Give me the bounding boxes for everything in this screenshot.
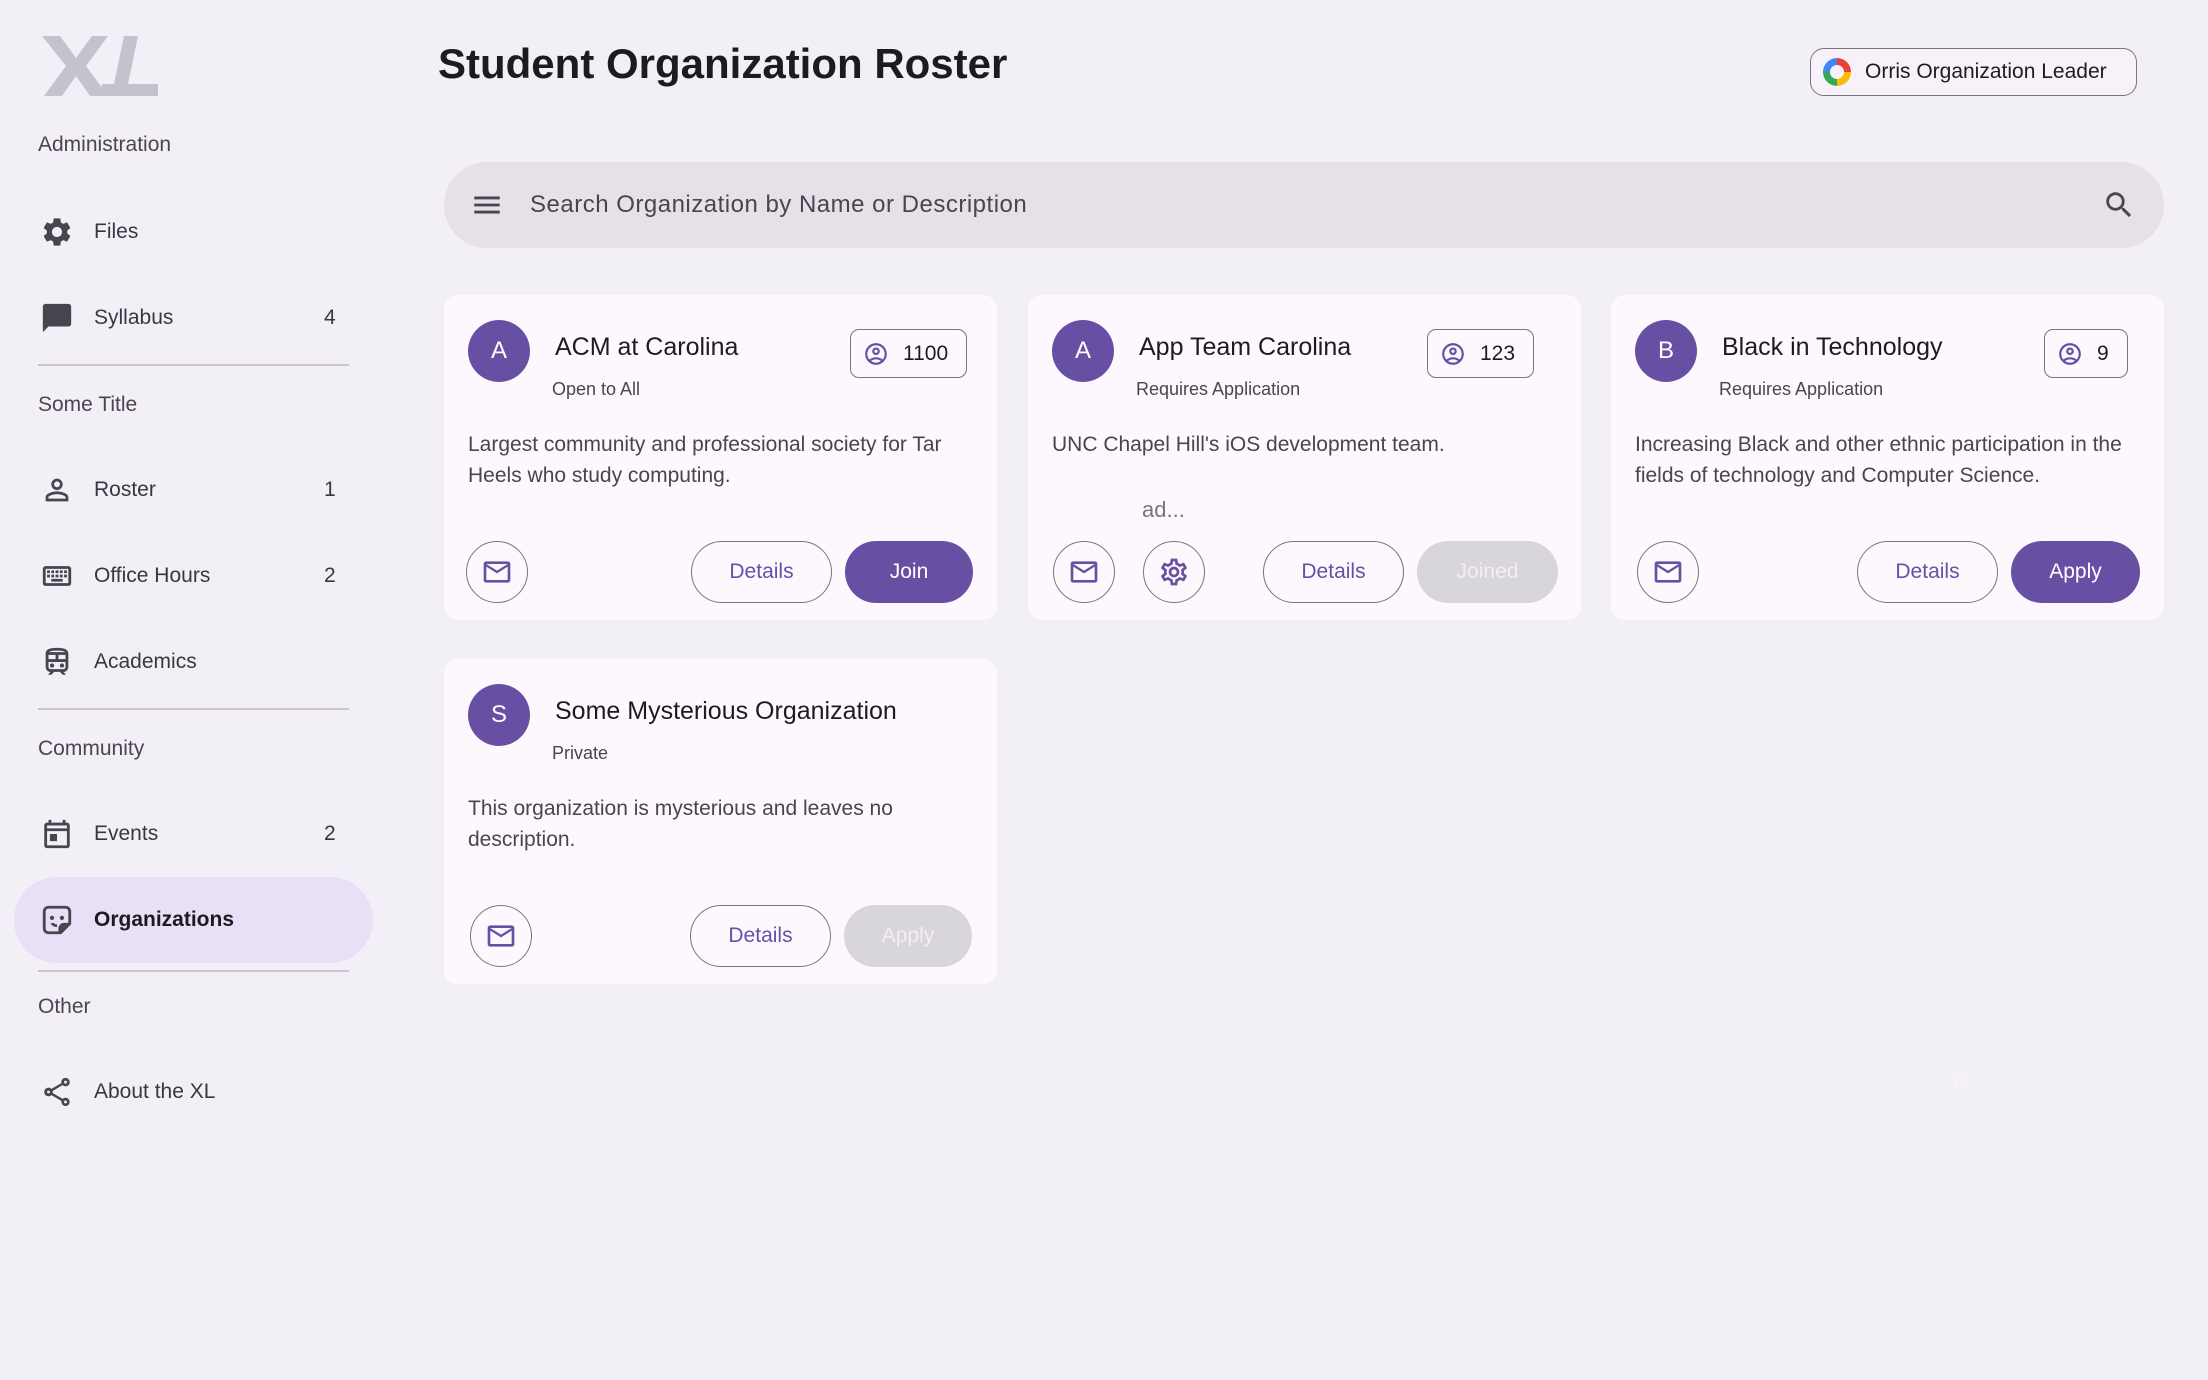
user-chip-label: Orris Organization Leader xyxy=(1865,60,2107,83)
member-count-chip[interactable]: 1100 xyxy=(850,329,968,378)
sidebar-item-badge: 4 xyxy=(324,306,336,329)
page-title: Student Organization Roster xyxy=(438,40,1008,87)
xl-logo[interactable] xyxy=(42,32,158,100)
share-icon xyxy=(40,1075,74,1109)
org-description: This organization is mysterious and leav… xyxy=(468,797,893,851)
join-button[interactable]: Join xyxy=(845,541,973,603)
account-circle-icon xyxy=(1442,342,1464,365)
gear-icon xyxy=(1161,558,1187,586)
sidebar-item-label: Events xyxy=(94,822,159,845)
sidebar-divider xyxy=(38,708,349,710)
sidebar-item-label: About the XL xyxy=(94,1080,216,1103)
details-button[interactable]: Details xyxy=(691,541,832,603)
search-input[interactable]: Search Organization by Name or Descripti… xyxy=(530,191,1027,219)
gear-icon xyxy=(40,215,74,249)
avatar xyxy=(1823,58,1851,86)
org-card-app-team: A App Team Carolina Requires Application… xyxy=(1028,295,1581,620)
mail-icon xyxy=(1070,561,1098,583)
org-access: Requires Application xyxy=(1719,379,1884,399)
ghost-text: 17 xyxy=(1950,1072,1972,1093)
menu-icon[interactable] xyxy=(470,188,504,222)
joined-button[interactable]: Joined xyxy=(1417,541,1558,603)
sidebar-item-roster[interactable]: Roster 1 xyxy=(14,447,373,533)
sidebar-item-badge: 1 xyxy=(324,478,336,501)
org-description: Largest community and professional socie… xyxy=(468,433,942,487)
member-count: 9 xyxy=(2097,341,2109,365)
email-button[interactable] xyxy=(470,905,532,967)
email-button[interactable] xyxy=(1053,541,1115,603)
sidebar-item-label: Office Hours xyxy=(94,564,211,587)
mail-icon xyxy=(483,561,511,583)
search-bar[interactable]: Search Organization by Name or Descripti… xyxy=(444,162,2164,248)
apply-button[interactable]: Apply xyxy=(2011,541,2140,603)
section-administration: Administration xyxy=(38,133,172,156)
org-name: App Team Carolina xyxy=(1139,333,1352,361)
sidebar-item-badge: 2 xyxy=(324,822,336,845)
section-other: Other xyxy=(38,995,91,1018)
account-circle-icon xyxy=(865,342,887,365)
org-card-black-in-technology: B Black in Technology Requires Applicati… xyxy=(1611,295,2164,620)
org-description: Increasing Black and other ethnic partic… xyxy=(1635,433,2122,487)
sidebar-item-files[interactable]: Files xyxy=(14,189,373,275)
sidebar-item-academics[interactable]: Academics xyxy=(14,619,373,705)
section-community: Community xyxy=(38,737,145,760)
person-icon xyxy=(40,473,74,507)
sidebar-item-label: Roster xyxy=(94,478,156,501)
org-card-mysterious: S Some Mysterious Organization Private T… xyxy=(444,659,997,984)
sidebar-divider xyxy=(38,364,349,366)
account-circle-icon xyxy=(2059,342,2081,365)
sidebar: Administration Files Syllabus 4 Some Tit… xyxy=(0,0,385,1380)
org-description: UNC Chapel Hill's iOS development team. xyxy=(1052,433,1445,456)
calendar-icon xyxy=(40,817,74,851)
keyboard-icon xyxy=(40,559,74,593)
email-button[interactable] xyxy=(1637,541,1699,603)
org-access: Private xyxy=(552,743,609,763)
org-access: Requires Application xyxy=(1136,379,1301,399)
sidebar-item-label: Files xyxy=(94,220,139,243)
sidebar-item-events[interactable]: Events 2 xyxy=(14,791,373,877)
org-avatar: B xyxy=(1635,320,1697,382)
details-button[interactable]: Details xyxy=(1857,541,1998,603)
truncated-text: ad... xyxy=(1142,497,1185,522)
member-count-chip[interactable]: 123 xyxy=(1427,329,1535,378)
sidebar-item-about[interactable]: About the XL xyxy=(14,1049,373,1135)
org-avatar: A xyxy=(1052,320,1114,382)
sidebar-item-organizations[interactable]: Organizations xyxy=(14,877,373,963)
sticker-icon xyxy=(40,903,74,937)
details-button[interactable]: Details xyxy=(690,905,831,967)
search-icon[interactable] xyxy=(2102,188,2136,222)
chat-icon xyxy=(40,301,74,335)
bus-icon xyxy=(40,645,74,679)
org-name: Black in Technology xyxy=(1722,333,1943,361)
mail-icon xyxy=(1654,561,1682,583)
org-card-acm: A ACM at Carolina Open to All 1100 Large… xyxy=(444,295,997,620)
org-name: ACM at Carolina xyxy=(555,333,739,361)
user-chip[interactable]: Orris Organization Leader xyxy=(1810,48,2137,96)
member-count: 123 xyxy=(1480,341,1516,365)
member-count: 1100 xyxy=(903,341,949,365)
sidebar-item-label: Syllabus xyxy=(94,306,174,329)
sidebar-item-syllabus[interactable]: Syllabus 4 xyxy=(14,275,373,361)
member-count-chip[interactable]: 9 xyxy=(2044,329,2128,378)
settings-button[interactable] xyxy=(1143,541,1205,603)
mail-icon xyxy=(487,925,515,947)
email-button[interactable] xyxy=(466,541,528,603)
sidebar-item-office-hours[interactable]: Office Hours 2 xyxy=(14,533,373,619)
sidebar-divider xyxy=(38,970,349,972)
details-button[interactable]: Details xyxy=(1263,541,1404,603)
section-some-title: Some Title xyxy=(38,393,138,416)
sidebar-item-badge: 2 xyxy=(324,564,336,587)
sidebar-item-label: Organizations xyxy=(94,908,235,931)
apply-button[interactable]: Apply xyxy=(844,905,972,967)
org-name: Some Mysterious Organization xyxy=(555,697,897,725)
org-avatar: A xyxy=(468,320,530,382)
org-avatar: S xyxy=(468,684,530,746)
org-access: Open to All xyxy=(552,379,641,399)
sidebar-item-label: Academics xyxy=(94,650,197,673)
